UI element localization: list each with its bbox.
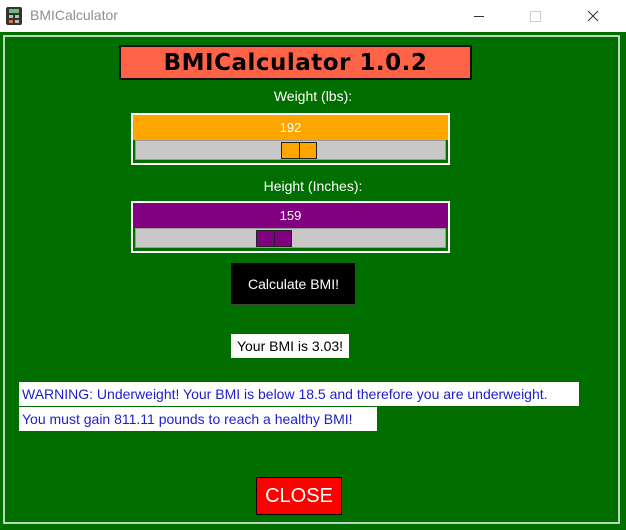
minimize-button[interactable] [456,0,502,32]
gain-message: You must gain 811.11 pounds to reach a h… [19,407,377,431]
height-slider[interactable]: 159 [131,201,450,253]
maximize-button[interactable] [512,0,558,32]
height-slider-handle[interactable] [256,230,292,247]
height-label: Height (Inches): [263,178,363,194]
main-panel: BMICalculator 1.0.2 Weight (lbs): 192 He… [0,32,626,530]
warning-message: WARNING: Underweight! Your BMI is below … [19,382,579,406]
close-window-button[interactable] [570,0,616,32]
calculator-icon [6,7,22,25]
weight-slider[interactable]: 192 [131,113,450,165]
close-icon [587,10,599,22]
weight-value: 192 [133,115,448,140]
maximize-icon [529,10,541,22]
close-button[interactable]: CLOSE [256,477,342,515]
bmi-result-text: Your BMI is 3.03! [231,334,349,358]
weight-label: Weight (lbs): [273,88,353,104]
height-slider-track[interactable] [135,228,446,248]
calculate-bmi-button[interactable]: Calculate BMI! [231,263,356,305]
app-header: BMICalculator 1.0.2 [119,45,472,80]
height-value: 159 [133,203,448,228]
title-bar: BMICalculator [0,0,626,32]
window-title: BMICalculator [30,7,118,23]
app-title: BMICalculator 1.0.2 [163,49,428,76]
minimize-icon [474,15,484,17]
weight-slider-track[interactable] [135,140,446,160]
weight-slider-handle[interactable] [281,142,317,159]
